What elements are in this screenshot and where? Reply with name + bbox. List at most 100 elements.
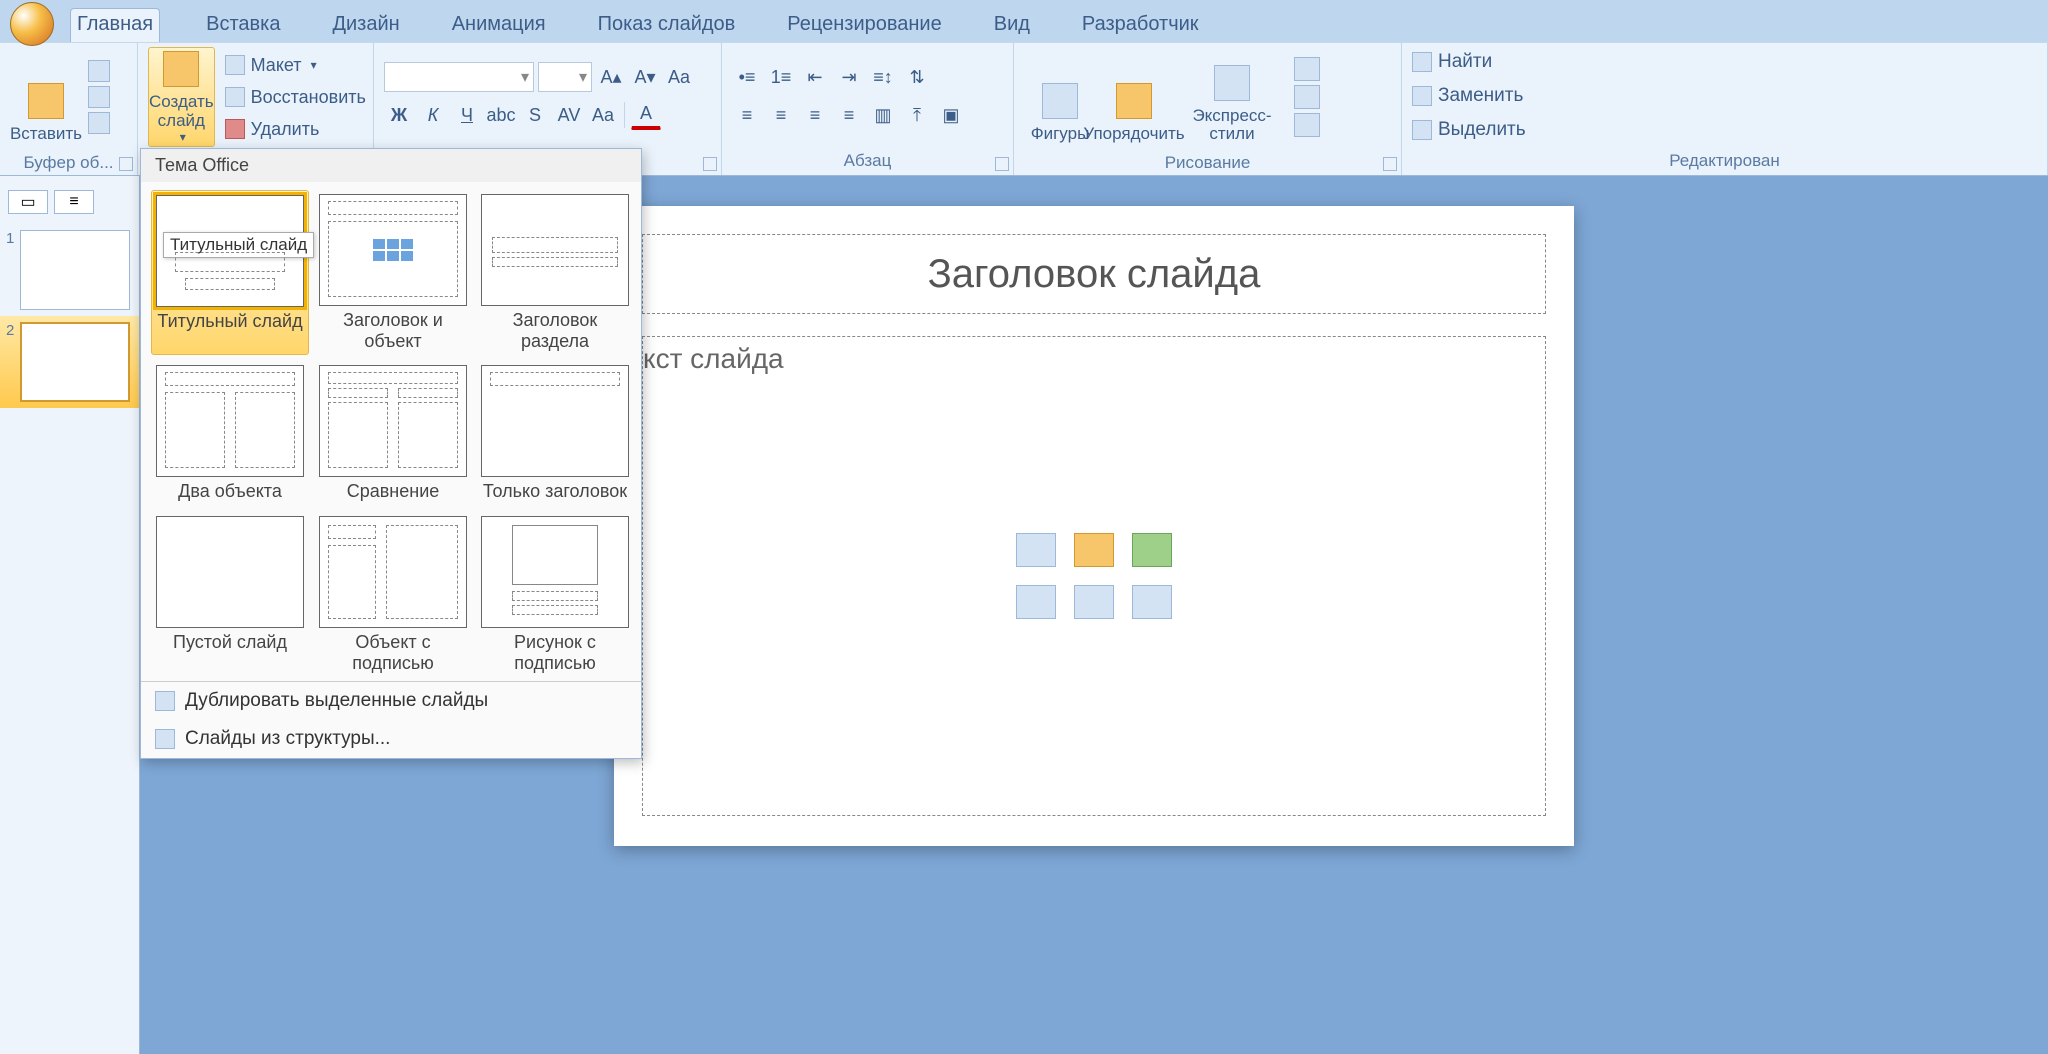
quick-styles-icon [1214,65,1250,101]
title-placeholder[interactable]: Заголовок слайда [642,234,1546,314]
strike-icon[interactable]: abc [486,100,516,130]
font-name-combo[interactable]: ▾ [384,62,534,92]
tab-animation[interactable]: Анимация [446,9,552,42]
layout-label: Титульный слайд [157,311,302,332]
char-spacing-icon[interactable]: AV [554,100,584,130]
cut-icon[interactable] [88,60,110,82]
quick-styles-label: Экспресс-стили [1173,107,1291,144]
layout-label: Два объекта [178,481,282,502]
align-text-icon[interactable]: ⤒ [902,100,932,130]
outline-view-tab[interactable]: ≡ [54,190,94,214]
insert-clipart-icon[interactable] [1074,585,1114,619]
content-insert-icons [1011,528,1177,624]
tab-slideshow[interactable]: Показ слайдов [592,9,742,42]
ribbon-tabs: Главная Вставка Дизайн Анимация Показ сл… [0,6,2048,42]
grow-font-icon[interactable]: A▴ [596,62,626,92]
format-painter-icon[interactable] [88,112,110,134]
bullets-icon[interactable]: •≡ [732,62,762,92]
align-center-icon[interactable]: ≡ [766,100,796,130]
tab-review[interactable]: Рецензирование [781,9,947,42]
duplicate-slides-menu[interactable]: Дублировать выделенные слайды [141,682,641,720]
change-case-icon[interactable]: Aa [588,100,618,130]
thumb-num-1: 1 [6,230,16,247]
numbering-icon[interactable]: 1≡ [766,62,796,92]
copy-icon[interactable] [88,86,110,108]
layout-section-header[interactable]: Заголовок раздела [481,194,629,351]
content-placeholder[interactable]: кст слайда [642,336,1546,816]
paste-button[interactable]: Вставить [10,47,82,147]
align-right-icon[interactable]: ≡ [800,100,830,130]
reset-button[interactable]: Восстановить [221,83,370,111]
tab-developer[interactable]: Разработчик [1076,9,1205,42]
from-outline-label: Слайды из структуры... [185,728,390,750]
shape-fill-icon[interactable] [1294,57,1320,81]
new-slide-button[interactable]: Создать слайд [148,47,215,147]
clipboard-group-label: Буфер об... [0,151,137,177]
replace-button[interactable]: Заменить [1412,81,1526,111]
tab-view[interactable]: Вид [988,9,1036,42]
drawing-group-label: Рисование [1014,151,1401,177]
tab-insert[interactable]: Вставка [200,9,286,42]
insert-smartart-icon[interactable] [1132,533,1172,567]
delete-button[interactable]: Удалить [221,115,370,143]
drawing-launcher[interactable] [1383,157,1397,171]
layout-picture-caption[interactable]: Рисунок с подписью [481,516,629,673]
shape-outline-icon[interactable] [1294,85,1320,109]
layout-comparison[interactable]: Сравнение [319,365,467,502]
quick-styles-button[interactable]: Экспресс-стили [1172,47,1292,147]
align-left-icon[interactable]: ≡ [732,100,762,130]
slides-from-outline-menu[interactable]: Слайды из структуры... [141,720,641,758]
tab-home[interactable]: Главная [70,8,160,42]
font-color-icon[interactable]: A [631,100,661,130]
underline-icon[interactable]: Ч [452,100,482,130]
layout-two-content[interactable]: Два объекта [155,365,305,502]
font-size-combo[interactable]: ▾ [538,62,592,92]
editing-group-label: Редактирован [1402,149,2047,175]
clipboard-icon [28,83,64,119]
outline-icon [155,729,175,749]
shrink-font-icon[interactable]: A▾ [630,62,660,92]
insert-picture-icon[interactable] [1016,585,1056,619]
layout-title-content[interactable]: Заголовок и объект [319,194,467,351]
indent-icon[interactable]: ⇥ [834,62,864,92]
columns-icon[interactable]: ▥ [868,100,898,130]
thumbnail-1[interactable]: 1 [0,224,139,316]
reset-label: Восстановить [251,87,366,108]
slides-view-tab[interactable]: ▭ [8,190,48,214]
shadow-icon[interactable]: S [520,100,550,130]
layout-blank[interactable]: Пустой слайд [155,516,305,673]
shape-effects-icon[interactable] [1294,113,1320,137]
line-spacing-icon[interactable]: ≡↕ [868,62,898,92]
find-button[interactable]: Найти [1412,47,1526,77]
outdent-icon[interactable]: ⇤ [800,62,830,92]
slide-thumbnail-panel: ▭ ≡ 1 2 [0,176,140,1054]
arrange-button[interactable]: Упорядочить [1098,47,1170,147]
justify-icon[interactable]: ≡ [834,100,864,130]
insert-chart-icon[interactable] [1074,533,1114,567]
clear-format-icon[interactable]: Aa [664,62,694,92]
tab-design[interactable]: Дизайн [326,9,405,42]
text-direction-icon[interactable]: ⇅ [902,62,932,92]
layout-title-only[interactable]: Только заголовок [481,365,629,502]
smartart-icon[interactable]: ▣ [936,100,966,130]
select-button[interactable]: Выделить [1412,115,1526,145]
italic-icon[interactable]: К [418,100,448,130]
arrange-label: Упорядочить [1083,125,1184,144]
insert-table-icon[interactable] [1016,533,1056,567]
bold-icon[interactable]: Ж [384,100,414,130]
font-launcher[interactable] [703,157,717,171]
clipboard-launcher[interactable] [119,157,133,171]
paragraph-launcher[interactable] [995,157,1009,171]
layout-title-slide[interactable]: Титульный слайд Титульный слайд [151,190,309,355]
layout-label: Макет [251,55,302,76]
office-button[interactable] [10,2,54,46]
new-slide-layout-gallery: Тема Office Титульный слайд Титульный сл… [140,148,642,759]
layout-content-caption[interactable]: Объект с подписью [319,516,467,673]
thumbnail-2[interactable]: 2 [0,316,139,408]
insert-media-icon[interactable] [1132,585,1172,619]
layout-button[interactable]: Макет [221,51,370,79]
paragraph-group-label: Абзац [722,149,1013,175]
layout-label: Объект с подписью [319,632,467,673]
duplicate-icon [155,691,175,711]
slide[interactable]: Заголовок слайда кст слайда [614,206,1574,846]
